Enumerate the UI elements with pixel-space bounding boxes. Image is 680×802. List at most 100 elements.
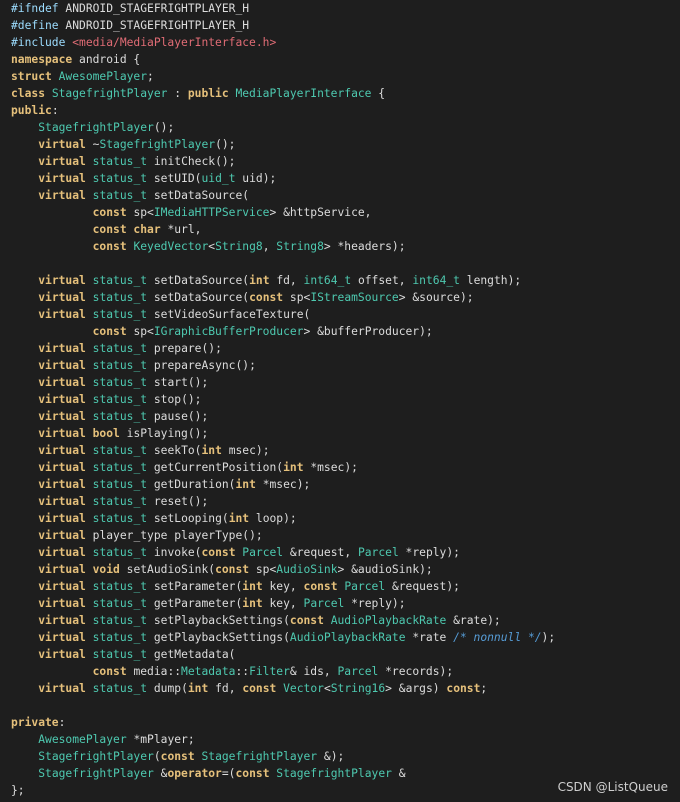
code-token: int bbox=[228, 512, 256, 525]
code-token: seekTo( bbox=[147, 444, 202, 457]
code-line: virtual bool isPlaying(); bbox=[11, 425, 671, 442]
code-token: int64_t bbox=[303, 274, 352, 287]
code-lines: #ifndef ANDROID_STAGEFRIGHTPLAYER_H #defi… bbox=[11, 0, 671, 799]
code-line: virtual status_t getCurrentPosition(int … bbox=[11, 459, 671, 476]
code-token: sp< bbox=[133, 325, 154, 338]
code-token: Filter bbox=[249, 665, 290, 678]
code-token: status_t bbox=[92, 189, 148, 202]
code-token: status_t bbox=[92, 155, 148, 168]
code-token: virtual bbox=[38, 189, 93, 202]
code-token: StagefrightPlayer bbox=[201, 750, 318, 763]
code-token: getMetadata( bbox=[147, 648, 236, 661]
code-token: *msec); bbox=[310, 461, 358, 474]
code-token: status_t bbox=[92, 342, 148, 355]
code-token: AwesomePlayer bbox=[58, 70, 148, 83]
code-token: setLooping( bbox=[147, 512, 229, 525]
code-token: status_t bbox=[92, 495, 148, 508]
code-line: virtual status_t dump(int fd, const Vect… bbox=[11, 680, 671, 697]
code-token: , bbox=[262, 240, 277, 253]
code-token: (); bbox=[215, 138, 236, 151]
code-token: status_t bbox=[92, 648, 148, 661]
code-token: *msec); bbox=[262, 478, 311, 491]
code-token: > &bufferProducer); bbox=[303, 325, 433, 338]
code-token: const bbox=[201, 546, 243, 559]
code-token: offset, bbox=[351, 274, 413, 287]
code-token: private bbox=[11, 716, 59, 729]
code-token: virtual bbox=[38, 444, 93, 457]
code-token: setDataSource( bbox=[147, 189, 250, 202]
code-token: isPlaying(); bbox=[126, 427, 209, 440]
code-line: StagefrightPlayer(const StagefrightPlaye… bbox=[11, 748, 671, 765]
code-line: #ifndef ANDROID_STAGEFRIGHTPLAYER_H bbox=[11, 0, 671, 17]
code-token: < bbox=[323, 682, 331, 695]
code-token: virtual bbox=[38, 376, 93, 389]
code-line: virtual status_t setVideoSurfaceTexture( bbox=[11, 306, 671, 323]
code-token: status_t bbox=[92, 393, 148, 406]
code-token: #define bbox=[11, 19, 66, 32]
code-token: initCheck(); bbox=[147, 155, 236, 168]
code-token: virtual bbox=[38, 359, 93, 372]
code-token: MediaPlayerInterface bbox=[235, 87, 372, 100]
code-token: virtual bbox=[38, 274, 93, 287]
code-token: struct bbox=[11, 70, 59, 83]
code-line: virtual status_t stop(); bbox=[11, 391, 671, 408]
code-token: virtual bbox=[38, 342, 93, 355]
code-token: prepareAsync(); bbox=[147, 359, 256, 372]
code-token: android { bbox=[79, 53, 141, 66]
code-token: Vector bbox=[283, 682, 324, 695]
code-token: > &args) bbox=[385, 682, 447, 695]
code-token: IStreamSource bbox=[310, 291, 399, 304]
code-token: sp< bbox=[255, 563, 277, 576]
code-line: virtual status_t getDuration(int *msec); bbox=[11, 476, 671, 493]
code-token: AudioSink bbox=[276, 563, 338, 576]
code-token: status_t bbox=[92, 597, 148, 610]
code-token: const char bbox=[92, 223, 168, 236]
code-line: virtual status_t setDataSource(int fd, i… bbox=[11, 272, 671, 289]
code-token: & bbox=[153, 767, 168, 780]
code-line: virtual status_t setUID(uid_t uid); bbox=[11, 170, 671, 187]
code-token: int bbox=[249, 274, 277, 287]
code-token: : bbox=[58, 716, 66, 729]
code-token: }; bbox=[11, 784, 25, 797]
code-token: const bbox=[235, 767, 277, 780]
code-token: ANDROID_STAGEFRIGHTPLAYER_H bbox=[65, 19, 250, 32]
code-token: virtual bbox=[38, 597, 93, 610]
code-token: &request, bbox=[283, 546, 358, 559]
code-token: =( bbox=[221, 767, 236, 780]
code-token: virtual bbox=[38, 529, 93, 542]
code-token: dump( bbox=[147, 682, 188, 695]
code-token: StagefrightPlayer bbox=[99, 138, 216, 151]
code-token: loop); bbox=[255, 512, 297, 525]
code-token: media:: bbox=[133, 665, 182, 678]
code-token: &); bbox=[317, 750, 345, 763]
code-line: virtual status_t setLooping(int loop); bbox=[11, 510, 671, 527]
code-token: const bbox=[249, 291, 290, 304]
code-line: private: bbox=[11, 714, 671, 731]
code-token: &rate); bbox=[446, 614, 501, 627]
code-token: virtual bbox=[38, 461, 93, 474]
code-line: virtual status_t initCheck(); bbox=[11, 153, 671, 170]
code-token: status_t bbox=[92, 274, 148, 287]
code-token: &request); bbox=[385, 580, 460, 593]
code-token: & bbox=[391, 767, 406, 780]
code-token: msec); bbox=[228, 444, 270, 457]
code-token: namespace bbox=[11, 53, 80, 66]
code-token: #include bbox=[11, 36, 73, 49]
code-token: int bbox=[283, 461, 311, 474]
code-token: sp< bbox=[133, 206, 154, 219]
code-token: setDataSource( bbox=[147, 274, 250, 287]
code-token: Metadata bbox=[181, 665, 236, 678]
code-token: invoke( bbox=[147, 546, 202, 559]
code-token: getPlaybackSettings( bbox=[147, 631, 290, 644]
code-line: virtual status_t prepare(); bbox=[11, 340, 671, 357]
